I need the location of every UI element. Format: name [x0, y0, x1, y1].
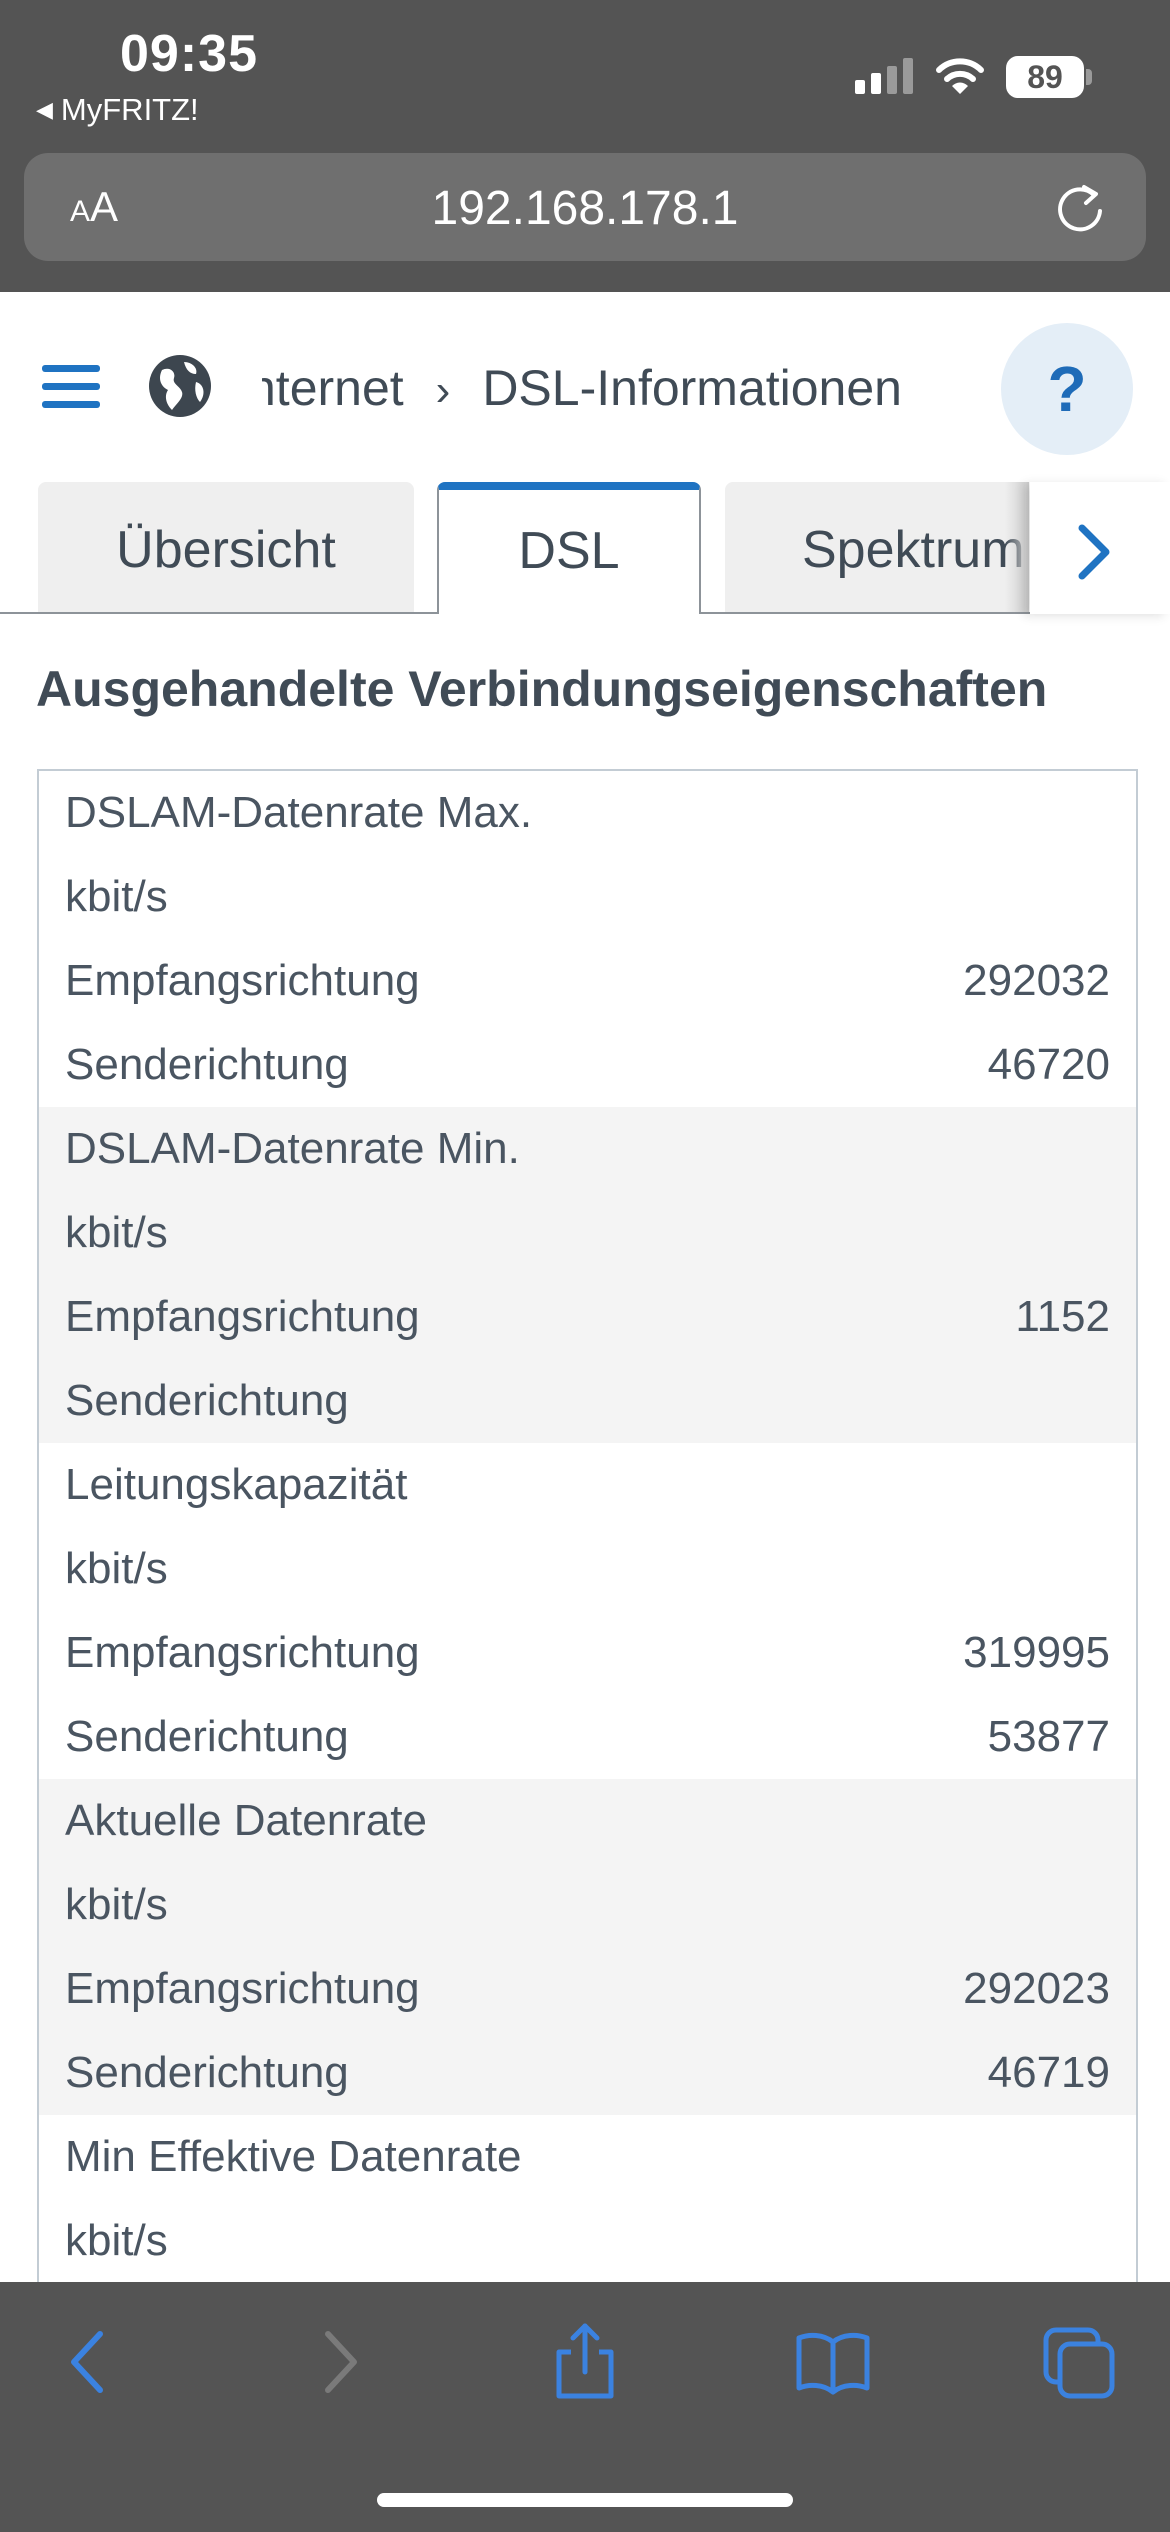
back-triangle-icon: ◀ [36, 97, 53, 122]
section-title: Ausgehandelte Verbindungseigenschaften [36, 661, 1048, 717]
battery-level: 89 [1006, 56, 1084, 98]
url-bar[interactable]: AA 192.168.178.1 [24, 153, 1146, 261]
help-button[interactable]: ? [1001, 323, 1133, 455]
group-title-row: DSLAM-Datenrate Min. [39, 1107, 1136, 1191]
chevron-right-icon [1078, 524, 1110, 580]
table-row: Empfangsrichtung 319995 [39, 1611, 1136, 1695]
tab-spectrum[interactable]: Spektrum [725, 482, 1025, 612]
row-label: Senderichtung [65, 2048, 349, 2097]
table-row: Senderichtung 53877 [39, 1695, 1136, 1779]
group-title: DSLAM-Datenrate Min. [65, 1124, 520, 1173]
browser-top-bar: 09:35 ◀ MyFRITZ! 89 AA 192.168.178.1 [0, 0, 1170, 292]
table-row: Senderichtung [39, 1359, 1136, 1443]
chevron-right-icon[interactable] [300, 2322, 380, 2402]
unit-label: kbit/s [65, 1880, 168, 1929]
unit-label: kbit/s [65, 1208, 168, 1257]
tab-bar: Übersicht DSL Spektrum [0, 482, 1170, 614]
unit-row: kbit/s [39, 1191, 1136, 1275]
row-value: 292032 [963, 956, 1110, 1005]
tab-scroll-fade [1005, 482, 1029, 612]
table-group: DSLAM-Datenrate Min. kbit/s Empfangsrich… [39, 1107, 1136, 1443]
unit-label: kbit/s [65, 1544, 168, 1593]
row-value: 46719 [987, 2048, 1110, 2097]
group-title-row: Leitungskapazität [39, 1443, 1136, 1527]
breadcrumb-current: DSL-Informationen [482, 360, 902, 416]
group-title: DSLAM-Datenrate Max. [65, 788, 533, 837]
unit-row: kbit/s [39, 1527, 1136, 1611]
group-title: Min Effektive Datenrate [65, 2132, 522, 2181]
reload-icon[interactable] [1052, 181, 1108, 237]
row-label: Senderichtung [65, 1040, 349, 1089]
group-title: Aktuelle Datenrate [65, 1796, 427, 1845]
tab-dsl[interactable]: DSL [437, 482, 701, 614]
row-value: 1152 [1015, 1292, 1110, 1341]
group-title-row: Aktuelle Datenrate [39, 1779, 1136, 1863]
row-value: 292023 [963, 1964, 1110, 2013]
book-icon[interactable] [793, 2322, 873, 2402]
breadcrumb-separator: › [435, 366, 451, 415]
table-group: Leitungskapazität kbit/s Empfangsrichtun… [39, 1443, 1136, 1779]
back-app-label: MyFRITZ! [60, 92, 199, 127]
table-row: Empfangsrichtung 292032 [39, 939, 1136, 1023]
share-icon[interactable] [545, 2322, 625, 2402]
battery-icon: 89 [1006, 56, 1092, 98]
unit-row: kbit/s [39, 1863, 1136, 1947]
globe-icon [149, 355, 211, 417]
fritz-header: nternet › DSL-Informationen ? [0, 292, 1170, 482]
breadcrumb-parent[interactable]: nternet [262, 350, 404, 426]
group-title-row: Min Effektive Datenrate [39, 2115, 1136, 2199]
breadcrumb: nternet › DSL-Informationen [262, 350, 982, 426]
unit-row: kbit/s [39, 855, 1136, 939]
group-title-row: DSLAM-Datenrate Max. [39, 771, 1136, 855]
battery-cap [1086, 69, 1092, 85]
back-to-app-link[interactable]: ◀ MyFRITZ! [36, 92, 199, 128]
tab-overview[interactable]: Übersicht [38, 482, 414, 612]
group-title: Leitungskapazität [65, 1460, 408, 1509]
connection-properties-table: DSLAM-Datenrate Max. kbit/s Empfangsrich… [37, 769, 1138, 2293]
unit-row: kbit/s [39, 2199, 1136, 2283]
status-time: 09:35 [120, 25, 258, 83]
row-label: Empfangsrichtung [65, 1964, 420, 2013]
tab-scroll-next-button[interactable] [1030, 482, 1170, 614]
table-group: Min Effektive Datenrate kbit/s [39, 2115, 1136, 2283]
row-label: Senderichtung [65, 1712, 349, 1761]
table-row: Empfangsrichtung 292023 [39, 1947, 1136, 2031]
browser-toolbar [0, 2282, 1170, 2532]
row-value: 319995 [963, 1628, 1110, 1677]
unit-label: kbit/s [65, 2216, 168, 2265]
table-group: DSLAM-Datenrate Max. kbit/s Empfangsrich… [39, 771, 1136, 1107]
unit-label: kbit/s [65, 872, 168, 921]
tabs-icon[interactable] [1040, 2322, 1120, 2402]
home-indicator[interactable] [377, 2493, 793, 2507]
url-text: 192.168.178.1 [431, 182, 739, 235]
chevron-left-icon[interactable] [48, 2322, 128, 2402]
table-row: Senderichtung 46720 [39, 1023, 1136, 1107]
table-group: Aktuelle Datenrate kbit/s Empfangsrichtu… [39, 1779, 1136, 2115]
row-value: 46720 [987, 1040, 1110, 1089]
table-row: Senderichtung 46719 [39, 2031, 1136, 2115]
cellular-signal-icon [855, 58, 913, 94]
row-label: Empfangsrichtung [65, 956, 420, 1005]
row-label: Empfangsrichtung [65, 1628, 420, 1677]
row-value: 53877 [987, 1712, 1110, 1761]
row-label: Empfangsrichtung [65, 1292, 420, 1341]
row-label: Senderichtung [65, 1376, 349, 1425]
wifi-icon [936, 58, 984, 94]
hamburger-menu-icon[interactable] [42, 362, 100, 412]
table-row: Empfangsrichtung 1152 [39, 1275, 1136, 1359]
